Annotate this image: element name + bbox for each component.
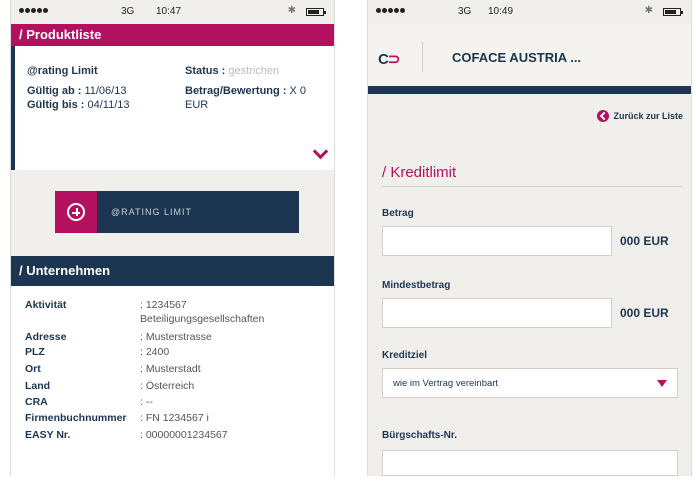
status-value: gestrichen	[228, 65, 280, 77]
company-value-city: : Musterstadt	[140, 363, 201, 375]
battery-icon	[663, 8, 683, 16]
rating-limit-label: @rating Limit	[27, 65, 98, 77]
phone-screen-credit-limit: 3G 10:49 ✱ C⊃ COFACE AUSTRIA ... Zurück …	[367, 0, 692, 476]
amount-input[interactable]	[382, 226, 612, 256]
bluetooth-icon: ✱	[644, 5, 653, 16]
min-amount-input[interactable]	[382, 298, 612, 328]
section-divider	[382, 186, 682, 187]
company-value-zip: : 2400	[140, 346, 170, 358]
plus-circle-icon	[67, 203, 85, 221]
status-bar: 3G 10:49 ✱	[368, 0, 691, 24]
company-value-activity: : 1234567	[140, 299, 187, 311]
credit-term-label: Kreditziel	[382, 350, 428, 361]
signal-dots-icon	[19, 8, 48, 13]
amount-label: Betrag	[382, 208, 414, 219]
valid-to-value: 04/11/13	[87, 99, 130, 111]
rating-limit-button-label: @RATING LIMIT	[111, 207, 192, 217]
phone-screen-product-list: 3G 10:47 ✱ / Produktliste @rating Limit …	[10, 0, 335, 476]
company-label-address: Adresse	[25, 331, 67, 343]
title-divider-bar	[368, 86, 691, 94]
app-title-bar: C⊃ COFACE AUSTRIA ...	[368, 24, 691, 86]
guarantee-number-label: Bürgschafts-Nr.	[382, 430, 458, 441]
amount-field: Betrag/Bewertung : X 0	[185, 84, 306, 98]
status-label: Status :	[185, 65, 226, 77]
divider	[422, 42, 423, 72]
status-bar: 3G 10:47 ✱	[11, 0, 334, 24]
clock-time: 10:47	[156, 6, 182, 17]
chevron-down-icon[interactable]	[312, 143, 329, 160]
company-value-easy: : 00000001234567	[140, 429, 228, 441]
company-label-city: Ort	[25, 363, 41, 375]
back-arrow-icon	[597, 110, 610, 122]
bluetooth-icon: ✱	[287, 5, 296, 16]
company-label-cra: CRA	[25, 396, 48, 408]
plus-circle-icon-wrap	[55, 191, 97, 233]
amount-currency: EUR	[185, 99, 209, 111]
app-title: COFACE AUSTRIA ...	[452, 50, 582, 65]
back-to-list-label: Zurück zur Liste	[613, 111, 683, 121]
min-amount-label: Mindestbetrag	[382, 280, 451, 291]
battery-icon	[306, 8, 326, 16]
network-label: 3G	[121, 6, 135, 17]
company-header: / Unternehmen	[11, 256, 334, 286]
back-to-list-link[interactable]: Zurück zur Liste	[597, 110, 683, 122]
credit-term-value: wie im Vertrag vereinbart	[393, 377, 499, 389]
caret-down-icon	[657, 380, 667, 387]
company-value-register: : FN 1234567 i	[140, 412, 209, 424]
network-label: 3G	[458, 6, 472, 17]
company-value-country: : Österreich	[140, 380, 195, 392]
valid-from-label: Gültig ab :	[27, 85, 82, 97]
valid-to-label: Gültig bis :	[27, 99, 85, 111]
clock-time: 10:49	[488, 6, 514, 17]
valid-to-field: Gültig bis : 04/11/13	[27, 98, 130, 112]
valid-from-field: Gültig ab : 11/06/13	[27, 84, 126, 98]
valid-from-value: 11/06/13	[84, 85, 127, 97]
credit-limit-title: / Kreditlimit	[382, 164, 457, 181]
company-value-address: : Musterstrasse	[140, 331, 212, 343]
company-label-zip: PLZ	[25, 346, 45, 358]
company-value-activity-2: Beteiligungsgesellschaften	[140, 313, 265, 325]
company-value-cra: : --	[140, 396, 153, 408]
credit-term-select[interactable]: wie im Vertrag vereinbart	[382, 368, 678, 398]
status-field: Status : gestrichen	[185, 64, 279, 78]
company-details: Aktivität : 1234567 Beteiligungsgesellsc…	[11, 286, 334, 476]
product-list-header: / Produktliste	[11, 24, 334, 46]
amount-label: Betrag/Bewertung :	[185, 85, 287, 97]
company-label-easy: EASY Nr.	[25, 429, 71, 441]
product-card[interactable]: @rating Limit Status : gestrichen Gültig…	[11, 46, 334, 170]
company-label-activity: Aktivität	[25, 299, 67, 311]
rating-limit-button[interactable]: @RATING LIMIT	[55, 191, 299, 233]
signal-dots-icon	[376, 8, 405, 13]
company-label-country: Land	[25, 380, 51, 392]
company-label-register: Firmenbuchnummer	[25, 412, 127, 424]
min-amount-unit: 000 EUR	[620, 306, 669, 320]
coface-logo: C⊃	[378, 51, 400, 68]
guarantee-number-input[interactable]	[382, 450, 678, 476]
amount-unit: 000 EUR	[620, 234, 669, 248]
amount-value: X 0	[289, 85, 307, 97]
